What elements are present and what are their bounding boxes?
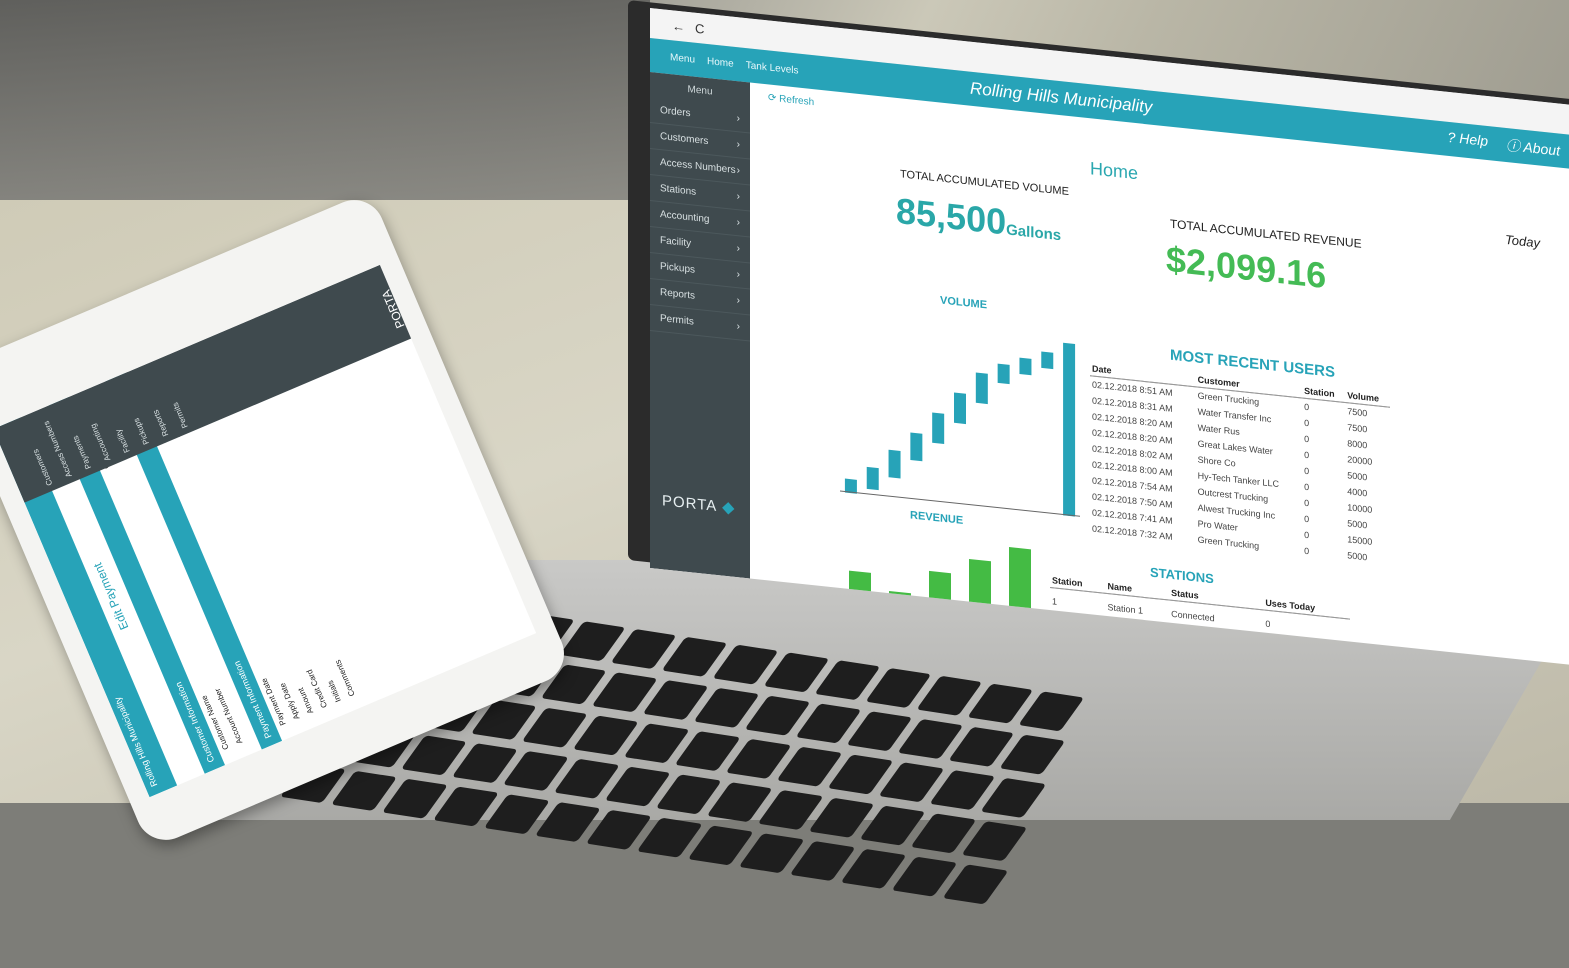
topbar-actions: ? Help ⓘ About (1448, 129, 1560, 161)
sidebar-item-label: Access Numbers (660, 157, 736, 176)
chart-bar (1041, 351, 1054, 370)
chart-bar (975, 372, 988, 405)
chevron-right-icon: › (736, 165, 740, 177)
back-button[interactable]: ← (672, 18, 685, 34)
volume-chart (840, 342, 1080, 517)
keyboard-key (961, 821, 1028, 862)
chevron-right-icon: › (736, 217, 740, 229)
revenue-chart-title: REVENUE (910, 509, 964, 527)
chevron-right-icon: › (736, 321, 740, 333)
chart-bar (1063, 342, 1076, 517)
laptop-screen: ← C Menu Home Tank Levels Rolling Hills … (650, 8, 1569, 666)
chart-bar (910, 432, 923, 462)
volume-value: 85,500Gallons (896, 190, 1061, 249)
keyboard-key (980, 777, 1047, 818)
page-title: Home (1090, 158, 1139, 184)
chart-bar (954, 392, 966, 425)
chart-bar (844, 478, 857, 502)
table-cell: 0 (1304, 545, 1310, 557)
sidebar-item-label: Orders (660, 105, 691, 120)
sidebar-item-label: Pickups (660, 261, 696, 276)
keyboard-key (1018, 691, 1085, 732)
keyboard-key (942, 864, 1009, 905)
chevron-right-icon: › (736, 191, 740, 203)
chevron-right-icon: › (736, 113, 740, 125)
today-label: Today (1505, 231, 1540, 251)
refresh-button[interactable]: ⟳ Refresh (768, 92, 814, 108)
chart-bar (997, 363, 1010, 385)
revenue-value: $2,099.16 (1166, 238, 1327, 297)
volume-chart-title: VOLUME (940, 294, 988, 312)
porta-logo: PORTA ◆ (662, 491, 735, 517)
keyboard-key (999, 734, 1066, 775)
wall (0, 0, 650, 230)
topbar-nav: Menu Home Tank Levels (650, 50, 799, 77)
chevron-right-icon: › (736, 269, 740, 281)
chevron-right-icon: › (736, 139, 740, 151)
volume-number: 85,500 (896, 189, 1007, 243)
sidebar: Menu Orders › Customers › Access Numbers › … (650, 72, 750, 579)
chart-bar (1019, 357, 1032, 376)
chart-bar (932, 412, 945, 445)
menu-toggle[interactable]: Menu (670, 52, 695, 66)
chart-bar (866, 466, 879, 491)
logo-text: PORTA (662, 492, 718, 516)
chevron-right-icon: › (736, 295, 740, 307)
main-content: ⟳ Refresh Home Today TOTAL ACCUMULATED V… (750, 83, 1569, 666)
chevron-right-icon: › (736, 243, 740, 255)
sidebar-item-label: Reports (660, 287, 696, 302)
volume-unit: Gallons (1006, 221, 1062, 245)
tank-levels-link[interactable]: Tank Levels (746, 60, 799, 77)
logo-mark: ◆ (717, 498, 735, 517)
recent-users-table: Date Customer Station Volume 02.12.2018 … (1090, 361, 1390, 568)
chart-bar (888, 449, 901, 479)
sidebar-item-label: Facility (660, 235, 692, 250)
sidebar-item-label: Stations (660, 183, 697, 198)
reload-button[interactable]: C (695, 20, 704, 36)
recent-users-panel: MOST RECENT USERS Date Customer Station … (1090, 338, 1390, 568)
sidebar-item-label: Customers (660, 131, 709, 148)
table-cell: 5000 (1347, 550, 1368, 563)
about-link[interactable]: ⓘ About (1506, 135, 1560, 161)
help-link[interactable]: ? Help (1448, 129, 1488, 153)
chart-axis (840, 490, 1080, 517)
tablet-porta-logo: PORTA (378, 287, 408, 331)
sidebar-item-label: Accounting (660, 209, 710, 226)
home-link[interactable]: Home (707, 55, 734, 69)
sidebar-item-label: Permits (660, 313, 694, 328)
